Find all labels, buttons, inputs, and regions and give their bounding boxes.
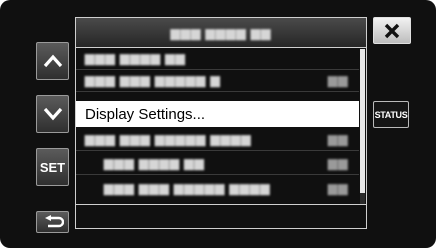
scroll-down-button[interactable] [36,95,69,133]
close-icon [384,23,400,38]
menu-item-value: ▆▆ [328,156,349,170]
set-label: SET [39,159,66,175]
menu-item[interactable]: ▆▆▆ ▆▆▆ ▆▆▆▆▆ ▆▆▆▆ ▆▆ [76,178,359,200]
menu-title: ▆▆▆ ▆▆▆▆ ▆▆ [170,25,272,40]
scrollbar[interactable] [360,49,365,204]
menu-item[interactable]: ▆▆▆ ▆▆▆▆ ▆▆ [76,48,359,70]
menu-bottom-bar [76,204,366,229]
camera-menu-screen: SET ▆▆▆ ▆▆▆▆ ▆▆ ▆▆▆ ▆▆▆▆ ▆▆ ▆▆▆ ▆▆▆ ▆▆▆▆… [0,0,436,248]
menu-item-value: ▆▆ [328,132,349,146]
menu-item-value: ▆▆ [328,73,349,87]
set-button[interactable]: SET [36,148,69,186]
menu-item-label: ▆▆▆ ▆▆▆▆ ▆▆ [104,156,205,170]
menu-panel: ▆▆▆ ▆▆▆▆ ▆▆ ▆▆▆ ▆▆▆▆ ▆▆ ▆▆▆ ▆▆▆ ▆▆▆▆▆ ▆ … [75,17,367,229]
menu-title-bar: ▆▆▆ ▆▆▆▆ ▆▆ [76,18,366,48]
menu-item-display-settings[interactable]: Display Settings... [76,101,359,127]
menu-item-label: ▆▆▆ ▆▆▆ ▆▆▆▆▆ ▆▆▆▆ [104,181,271,195]
status-button[interactable]: STATUS [373,101,409,128]
close-button[interactable] [373,17,411,44]
menu-item-label: Display Settings... [85,105,206,123]
menu-item[interactable]: ▆▆▆ ▆▆▆ ▆▆▆▆▆ ▆▆▆▆ ▆▆ [76,129,359,151]
chevron-down-icon [43,107,62,121]
scrollbar-thumb[interactable] [360,49,365,193]
menu-item[interactable]: ▆▆▆ ▆▆▆▆ ▆▆ ▆▆ [76,153,359,175]
back-button[interactable] [36,211,69,233]
menu-item-label: ▆▆▆ ▆▆▆ ▆▆▆▆▆ ▆ [85,73,221,87]
return-arrow-icon [44,215,64,228]
scroll-up-button[interactable] [36,42,69,80]
status-label: STATUS [374,109,408,120]
menu-item-label: ▆▆▆ ▆▆▆▆ ▆▆ [85,51,186,65]
menu-item-label: ▆▆▆ ▆▆▆ ▆▆▆▆▆ ▆▆▆▆ [85,132,252,146]
chevron-up-icon [43,54,62,68]
menu-item-value: ▆▆ [328,181,349,195]
menu-item[interactable]: ▆▆▆ ▆▆▆ ▆▆▆▆▆ ▆ ▆▆ [76,70,359,92]
